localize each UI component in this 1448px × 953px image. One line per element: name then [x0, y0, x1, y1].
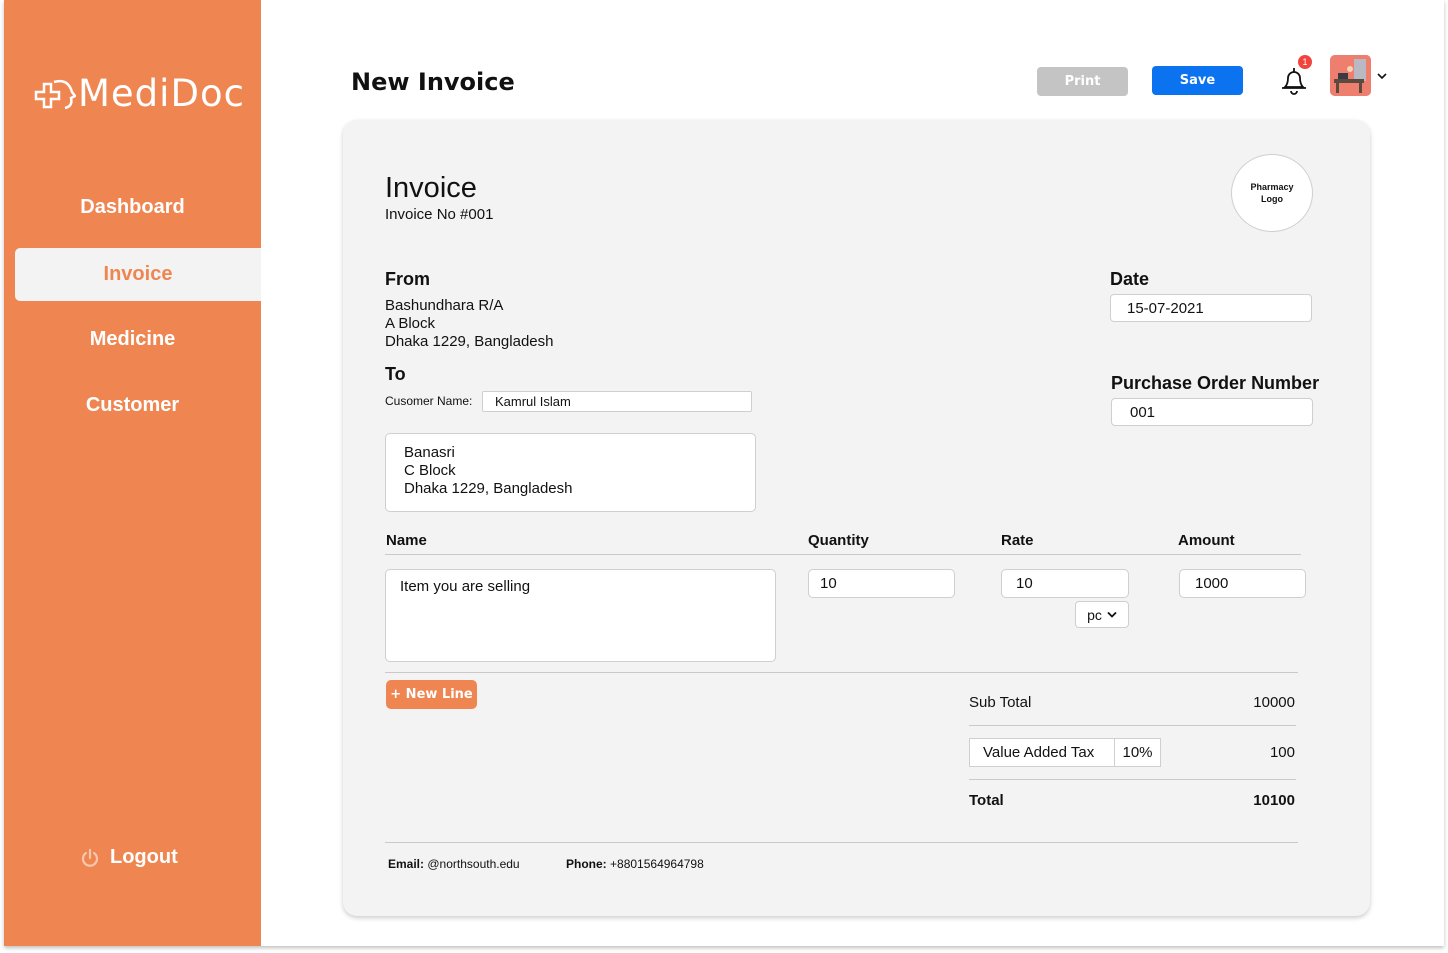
- chevron-down-icon: [1107, 611, 1117, 618]
- email-label: Email:: [388, 857, 425, 871]
- footer-phone: Phone: +8801564964798: [566, 857, 704, 871]
- save-button[interactable]: Save: [1152, 66, 1243, 95]
- customer-name-label: Cusomer Name:: [385, 394, 473, 408]
- to-address-line3: Dhaka 1229, Bangladesh: [404, 480, 573, 497]
- print-button[interactable]: Print: [1037, 67, 1128, 96]
- vat-divider: [969, 779, 1296, 780]
- power-icon: [81, 848, 99, 867]
- from-address-line3: Dhaka 1229, Bangladesh: [385, 333, 554, 350]
- medidoc-logo-icon: [34, 76, 77, 112]
- customer-name-value: Kamrul Islam: [495, 394, 571, 409]
- rate-input[interactable]: 10: [1001, 569, 1129, 598]
- logout-label: Logout: [110, 846, 178, 868]
- unit-value: pc: [1087, 606, 1102, 623]
- column-header-amount: Amount: [1178, 532, 1235, 549]
- sidebar: MediDoc Dashboard Invoice Medicine Custo…: [4, 0, 261, 946]
- page-title: New Invoice: [351, 68, 515, 96]
- amount-value: 1000: [1195, 575, 1229, 592]
- invoice-number: Invoice No #001: [385, 206, 494, 223]
- to-address-line1: Banasri: [404, 444, 455, 461]
- pharmacy-logo-placeholder[interactable]: Pharmacy Logo: [1231, 154, 1313, 232]
- to-address-field[interactable]: Banasri C Block Dhaka 1229, Bangladesh: [385, 433, 756, 512]
- add-line-button[interactable]: + New Line: [386, 680, 477, 709]
- po-number-input[interactable]: 001: [1111, 398, 1313, 426]
- header-divider: [385, 554, 1301, 555]
- chevron-down-icon[interactable]: [1377, 72, 1387, 83]
- app-logo[interactable]: MediDoc: [34, 72, 245, 115]
- total-value: 10100: [1253, 792, 1295, 809]
- amount-input[interactable]: 1000: [1179, 569, 1306, 598]
- vat-percent-input[interactable]: 10%: [1115, 739, 1160, 766]
- pharmacy-logo-label: Pharmacy Logo: [1250, 182, 1294, 204]
- item-name-input[interactable]: Item you are selling: [385, 569, 776, 662]
- phone-label: Phone:: [566, 857, 607, 871]
- quantity-input[interactable]: 10: [808, 569, 955, 598]
- sidebar-item-customer[interactable]: Customer: [4, 394, 261, 417]
- column-header-rate: Rate: [1001, 532, 1034, 549]
- invoice-heading: Invoice: [385, 172, 477, 204]
- vat-label: Value Added Tax: [970, 739, 1115, 766]
- date-value: 15-07-2021: [1127, 299, 1204, 317]
- total-label: Total: [969, 792, 1004, 809]
- invoice-card: [343, 120, 1370, 916]
- avatar[interactable]: [1330, 55, 1371, 96]
- po-label: Purchase Order Number: [1111, 373, 1320, 393]
- sidebar-item-invoice[interactable]: Invoice: [15, 248, 261, 301]
- to-address-line2: C Block: [404, 462, 456, 479]
- footer-divider: [385, 842, 1298, 843]
- unit-select[interactable]: pc: [1075, 601, 1129, 628]
- column-header-quantity: Quantity: [808, 532, 869, 549]
- from-address-line1: Bashundhara R/A: [385, 297, 504, 314]
- vat-value: 100: [1269, 744, 1295, 761]
- vat-field[interactable]: Value Added Tax 10%: [969, 738, 1161, 767]
- subtotal-value: 10000: [1253, 694, 1295, 711]
- items-divider: [385, 672, 1298, 673]
- footer-email: Email: @northsouth.edu: [388, 857, 520, 871]
- subtotal-label: Sub Total: [969, 694, 1032, 711]
- app-name: MediDoc: [78, 72, 245, 115]
- phone-value: +8801564964798: [610, 857, 704, 871]
- rate-value: 10: [1016, 575, 1033, 592]
- quantity-value: 10: [820, 575, 837, 592]
- subtotal-divider: [969, 725, 1296, 726]
- customer-name-input[interactable]: Kamrul Islam: [482, 391, 752, 412]
- sidebar-item-medicine[interactable]: Medicine: [4, 328, 261, 351]
- sidebar-item-dashboard[interactable]: Dashboard: [4, 196, 261, 219]
- notification-badge: 1: [1298, 55, 1312, 69]
- logout-button[interactable]: Logout: [80, 846, 178, 869]
- column-header-name: Name: [386, 532, 427, 549]
- email-value: @northsouth.edu: [427, 857, 520, 871]
- from-label: From: [385, 269, 430, 289]
- from-address-line2: A Block: [385, 315, 436, 332]
- po-number-value: 001: [1130, 403, 1156, 421]
- item-name-value: Item you are selling: [400, 578, 531, 595]
- to-label: To: [385, 364, 406, 384]
- date-input[interactable]: 15-07-2021: [1110, 294, 1312, 322]
- date-label: Date: [1110, 269, 1150, 289]
